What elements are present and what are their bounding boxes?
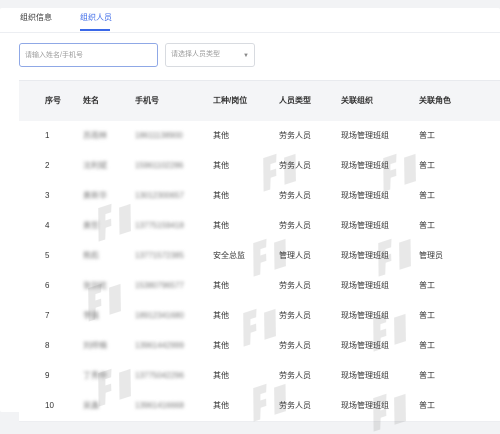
cell-role: 普工: [419, 311, 435, 320]
table-row[interactable]: 1 苏雨林 18611138900 其他 劳务人员 现场管理班组 普工: [19, 121, 500, 152]
cell-name: 丁秀中: [83, 371, 107, 380]
cell-index: 8: [45, 341, 50, 350]
cell-role: 普工: [419, 401, 435, 410]
cell-phone: 13775042296: [135, 371, 184, 380]
cell-person-type: 管理人员: [279, 251, 311, 260]
cell-role: 普工: [419, 191, 435, 200]
cell-index: 9: [45, 371, 50, 380]
cell-job: 其他: [213, 281, 229, 290]
header-job: 工种/岗位: [213, 96, 248, 105]
cell-role: 普工: [419, 281, 435, 290]
cell-person-type: 劳务人员: [279, 281, 311, 290]
table-row[interactable]: 2 沈利斌 15961102286 其他 劳务人员 现场管理班组 普工: [19, 151, 500, 182]
cell-job: 安全总监: [213, 251, 245, 260]
cell-person-type: 劳务人员: [279, 131, 311, 140]
top-strip: [0, 0, 500, 8]
cell-role: 普工: [419, 131, 435, 140]
cell-person-type: 劳务人员: [279, 311, 311, 320]
cell-name: 熊彪: [83, 251, 99, 260]
table-row[interactable]: 4 黄哲 13775159418 其他 劳务人员 现场管理班组 普工: [19, 211, 500, 242]
cell-phone: 13775159418: [135, 221, 184, 230]
cell-phone: 13771572385: [135, 251, 184, 260]
cell-role: 普工: [419, 161, 435, 170]
table-header: 序号 姓名 手机号 工种/岗位 人员类型 关联组织 关联角色: [19, 80, 500, 122]
cell-index: 5: [45, 251, 50, 260]
cell-phone: 13012300657: [135, 191, 184, 200]
tab-org-info[interactable]: 组织信息: [20, 12, 52, 24]
cell-person-type: 劳务人员: [279, 401, 311, 410]
cell-name: 刘梓楠: [83, 341, 107, 350]
cell-job: 其他: [213, 131, 229, 140]
cell-name: 黄哲: [83, 221, 99, 230]
cell-organization: 现场管理班组: [341, 281, 389, 290]
cell-person-type: 劳务人员: [279, 191, 311, 200]
table-row[interactable]: 10 吴鑫 13961416668 其他 劳务人员 现场管理班组 普工: [19, 391, 500, 422]
cell-organization: 现场管理班组: [341, 191, 389, 200]
cell-job: 其他: [213, 221, 229, 230]
cell-name: 沈利斌: [83, 161, 107, 170]
cell-person-type: 劳务人员: [279, 371, 311, 380]
cell-phone: 18611138900: [135, 131, 183, 140]
cell-person-type: 劳务人员: [279, 161, 311, 170]
table-row[interactable]: 3 黄新华 13012300657 其他 劳务人员 现场管理班组 普工: [19, 181, 500, 212]
table-row[interactable]: 9 丁秀中 13775042296 其他 劳务人员 现场管理班组 普工: [19, 361, 500, 392]
cell-name: 黄新华: [83, 191, 107, 200]
active-tab-indicator: [80, 29, 110, 31]
table-row[interactable]: 6 张剑屹 15380796577 其他 劳务人员 现场管理班组 普工: [19, 271, 500, 302]
cell-index: 6: [45, 281, 50, 290]
header-name: 姓名: [83, 96, 99, 105]
cell-phone: 15961102286: [135, 161, 184, 170]
cell-person-type: 劳务人员: [279, 221, 311, 230]
table-row[interactable]: 7 李强 18912341680 其他 劳务人员 现场管理班组 普工: [19, 301, 500, 332]
cell-role: 普工: [419, 221, 435, 230]
cell-index: 10: [45, 401, 54, 410]
tab-org-members[interactable]: 组织人员: [80, 12, 112, 24]
search-input[interactable]: [19, 43, 158, 67]
header-phone: 手机号: [135, 96, 159, 105]
cell-phone: 13961442999: [135, 341, 184, 350]
cell-organization: 现场管理班组: [341, 371, 389, 380]
cell-organization: 现场管理班组: [341, 311, 389, 320]
cell-role: 普工: [419, 371, 435, 380]
cell-organization: 现场管理班组: [341, 251, 389, 260]
cell-name: 张剑屹: [83, 281, 107, 290]
cell-phone: 18912341680: [135, 311, 184, 320]
cell-name: 吴鑫: [83, 401, 99, 410]
cell-name: 苏雨林: [83, 131, 107, 140]
cell-index: 7: [45, 311, 50, 320]
cell-index: 1: [45, 131, 50, 140]
cell-role: 管理员: [419, 251, 443, 260]
cell-organization: 现场管理班组: [341, 131, 389, 140]
cell-phone: 15380796577: [135, 281, 184, 290]
cell-job: 其他: [213, 401, 229, 410]
header-organization: 关联组织: [341, 96, 373, 105]
cell-person-type: 劳务人员: [279, 341, 311, 350]
cell-organization: 现场管理班组: [341, 161, 389, 170]
cell-organization: 现场管理班组: [341, 401, 389, 410]
cell-role: 普工: [419, 341, 435, 350]
cell-index: 2: [45, 161, 50, 170]
cell-job: 其他: [213, 341, 229, 350]
cell-organization: 现场管理班组: [341, 221, 389, 230]
header-role: 关联角色: [419, 96, 451, 105]
cell-job: 其他: [213, 161, 229, 170]
cell-job: 其他: [213, 371, 229, 380]
header-person-type: 人员类型: [279, 96, 311, 105]
cell-job: 其他: [213, 311, 229, 320]
content-panel: 组织信息 组织人员 请选择人员类型 ▼ 序号 姓名 手机号 工种/岗位 人员类型…: [0, 8, 500, 432]
table-row[interactable]: 5 熊彪 13771572385 安全总监 管理人员 现场管理班组 管理员: [19, 241, 500, 272]
cell-organization: 现场管理班组: [341, 341, 389, 350]
cell-name: 李强: [83, 311, 99, 320]
person-type-select[interactable]: 请选择人员类型 ▼: [165, 43, 255, 67]
tab-bar: 组织信息 组织人员: [0, 8, 500, 33]
chevron-down-icon: ▼: [243, 53, 249, 59]
cell-job: 其他: [213, 191, 229, 200]
person-type-select-placeholder: 请选择人员类型: [171, 51, 220, 58]
cell-index: 4: [45, 221, 50, 230]
cell-index: 3: [45, 191, 50, 200]
header-index: 序号: [45, 96, 61, 105]
cell-phone: 13961416668: [135, 401, 184, 410]
table-row[interactable]: 8 刘梓楠 13961442999 其他 劳务人员 现场管理班组 普工: [19, 331, 500, 362]
